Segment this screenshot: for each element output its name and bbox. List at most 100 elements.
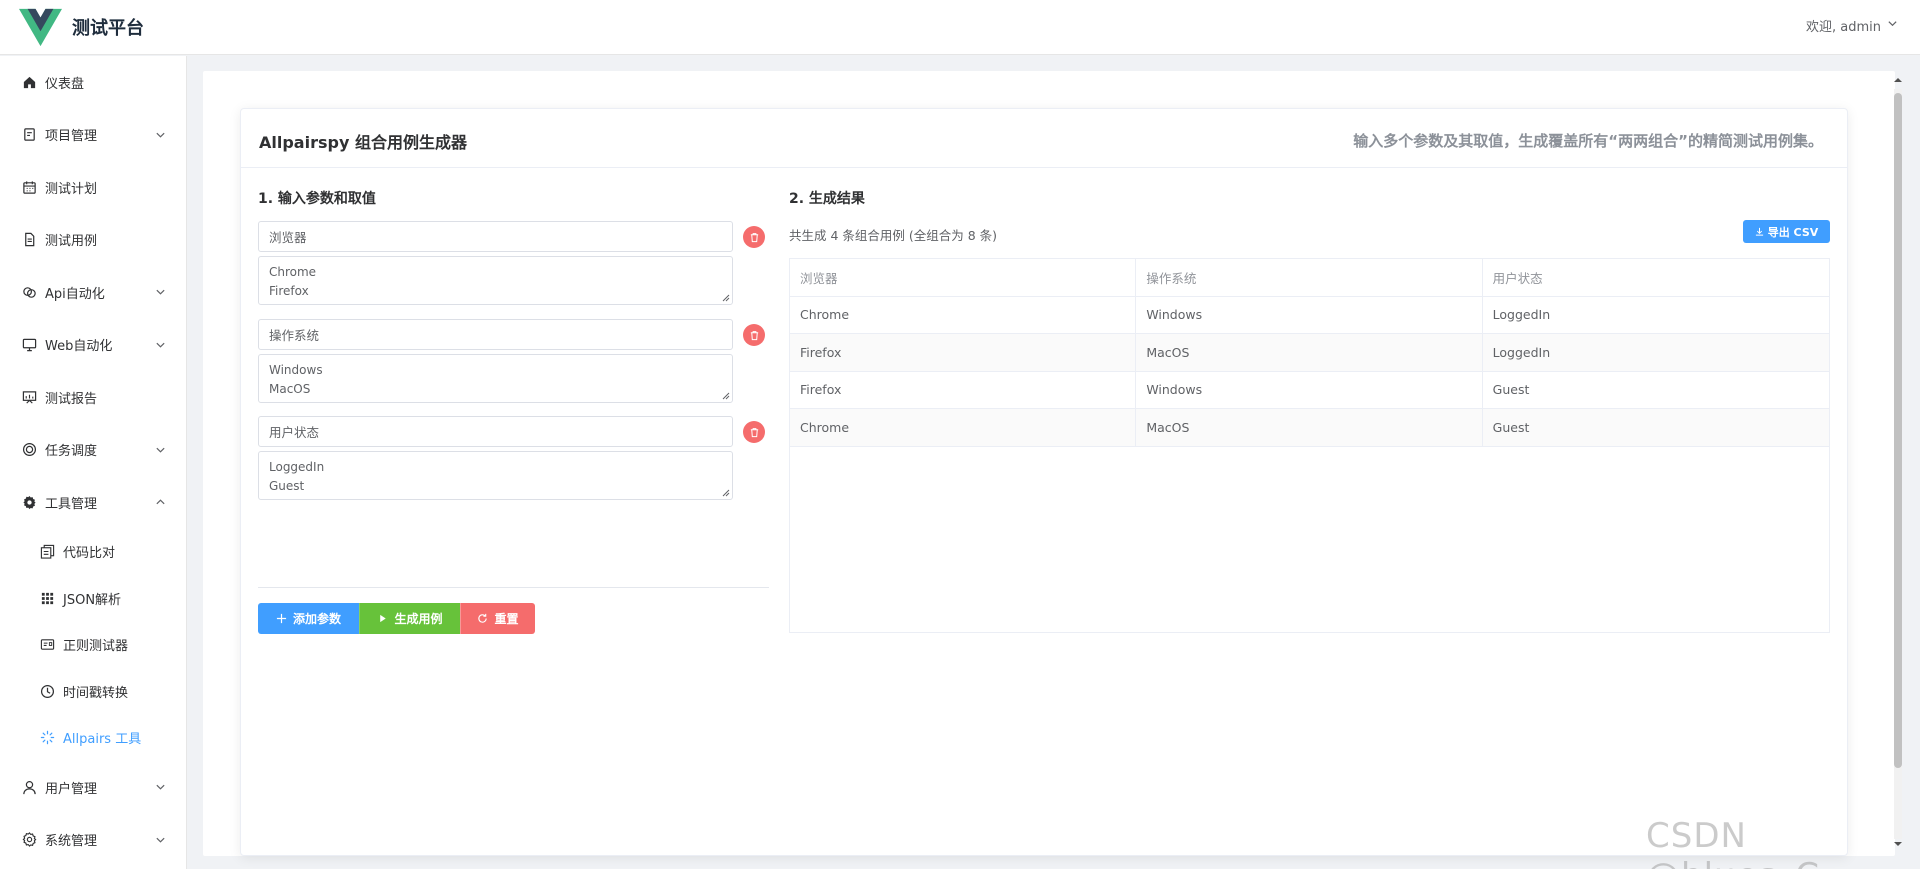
download-icon <box>1755 227 1763 236</box>
chevron-up-icon <box>155 497 166 508</box>
param-value-line: Guest <box>269 479 305 493</box>
sidebar-subitem-json-parse[interactable]: JSON解析 <box>0 575 186 622</box>
param-value-line: LoggedIn <box>269 460 325 474</box>
param-values-textarea[interactable]: Chrome Firefox <box>258 256 733 305</box>
export-csv-button[interactable]: 导出 CSV <box>1743 220 1830 243</box>
delete-param-button[interactable] <box>743 226 765 248</box>
user-dropdown[interactable]: 欢迎, admin <box>1806 16 1898 35</box>
chevron-down-icon <box>1887 18 1898 33</box>
param-values-textarea[interactable]: Windows MacOS <box>258 354 733 403</box>
sidebar-item-label: 项目管理 <box>45 129 98 145</box>
vertical-scrollbar[interactable] <box>1892 73 1904 853</box>
grid-icon <box>40 591 55 606</box>
delete-param-button[interactable] <box>743 421 765 443</box>
generate-cases-button[interactable]: 生成用例 <box>359 603 460 634</box>
generate-label: 生成用例 <box>394 612 443 626</box>
table-cell: MacOS <box>1136 334 1483 371</box>
table-row[interactable]: Firefox Windows Guest <box>790 371 1829 409</box>
resize-handle-icon[interactable] <box>722 294 730 302</box>
sidebar-subitem-label: 正则测试器 <box>63 639 129 655</box>
param-values-textarea[interactable]: LoggedIn Guest <box>258 451 733 500</box>
result-summary: 共生成 4 条组合用例 (全组合为 8 条) <box>789 228 998 243</box>
sidebar-item-label: Web自动化 <box>45 339 113 355</box>
param-value-line: MacOS <box>269 382 311 396</box>
chevron-down-icon <box>155 339 166 350</box>
app-logo[interactable]: 测试平台 <box>19 8 144 47</box>
sidebar-item-label: 任务调度 <box>45 444 98 460</box>
chevron-down-icon <box>155 444 166 455</box>
scroll-up-icon[interactable] <box>1893 75 1903 85</box>
result-section-title: 2. 生成结果 <box>789 191 865 207</box>
gear-icon <box>22 495 37 510</box>
postcard-icon <box>40 637 55 652</box>
scrollbar-thumb[interactable] <box>1894 93 1902 768</box>
sidebar-subitem-label: 时间戳转换 <box>63 685 129 701</box>
sidebar-item-test-plan[interactable]: 测试计划 <box>0 161 186 214</box>
input-section-title: 1. 输入参数和取值 <box>258 191 376 207</box>
table-header-row: 浏览器 操作系统 用户状态 <box>790 259 1829 297</box>
table-cell: Firefox <box>790 334 1137 371</box>
sidebar-item-task-scheduling[interactable]: 任务调度 <box>0 424 186 477</box>
sidebar-subitem-allpairs[interactable]: Allpairs 工具 <box>0 715 186 762</box>
chevron-down-icon <box>155 287 166 298</box>
reset-label: 重置 <box>494 612 519 626</box>
column-header[interactable]: 用户状态 <box>1483 259 1829 296</box>
trash-icon <box>750 232 758 242</box>
settings-icon <box>22 832 37 848</box>
watermark: CSDN @blues_C <box>1646 816 1819 869</box>
table-row[interactable]: Chrome MacOS Guest <box>790 409 1829 447</box>
sidebar-item-users[interactable]: 用户管理 <box>0 761 186 814</box>
param-name-input[interactable]: 用户状态 <box>258 416 733 447</box>
vue-logo-icon <box>19 8 62 46</box>
column-header[interactable]: 浏览器 <box>790 259 1137 296</box>
sidebar-item-label: 测试报告 <box>45 391 98 407</box>
sidebar-subitem-code-compare[interactable]: 代码比对 <box>0 529 186 576</box>
report-icon <box>22 390 37 405</box>
clock-icon <box>40 684 55 699</box>
sidebar-subitem-regex-tester[interactable]: 正则测试器 <box>0 622 186 669</box>
top-header: 测试平台 欢迎, admin <box>0 0 1920 55</box>
table-cell: Windows <box>1136 296 1483 333</box>
card-title: Allpairspy 组合用例生成器 <box>259 133 467 152</box>
param-value-line: Windows <box>269 363 323 377</box>
sidebar-subitem-label: Allpairs 工具 <box>63 732 142 748</box>
sidebar-subitem-timestamp[interactable]: 时间戳转换 <box>0 668 186 715</box>
target-icon <box>22 442 37 457</box>
table-row[interactable]: Firefox MacOS LoggedIn <box>790 334 1829 372</box>
param-name-input[interactable]: 操作系统 <box>258 319 733 350</box>
sidebar-item-label: 系统管理 <box>45 834 98 850</box>
play-icon <box>380 614 387 623</box>
table-cell: Firefox <box>790 371 1137 408</box>
copy-icon <box>40 544 55 559</box>
trash-icon <box>750 330 758 340</box>
sidebar-item-api-automation[interactable]: Api自动化 <box>0 266 186 319</box>
user-icon <box>22 780 37 795</box>
resize-handle-icon[interactable] <box>722 489 730 497</box>
column-header[interactable]: 操作系统 <box>1136 259 1483 296</box>
sidebar-item-test-report[interactable]: 测试报告 <box>0 371 186 424</box>
sidebar-item-web-automation[interactable]: Web自动化 <box>0 319 186 372</box>
sidebar-item-projects[interactable]: 项目管理 <box>0 109 186 162</box>
user-greeting: 欢迎, admin <box>1806 20 1881 35</box>
sidebar-item-system[interactable]: 系统管理 <box>0 814 186 867</box>
param-name-input[interactable]: 浏览器 <box>258 221 733 252</box>
resize-handle-icon[interactable] <box>722 392 730 400</box>
sidebar-item-label: Api自动化 <box>45 286 105 302</box>
chevron-down-icon <box>155 834 166 845</box>
sidebar-subitem-label: JSON解析 <box>63 592 122 608</box>
table-row[interactable]: Chrome Windows LoggedIn <box>790 296 1829 334</box>
sidebar-item-test-cases[interactable]: 测试用例 <box>0 214 186 267</box>
delete-param-button[interactable] <box>743 324 765 346</box>
reset-button[interactable]: 重置 <box>460 603 535 634</box>
param-value-line: Firefox <box>269 284 309 298</box>
add-param-label: 添加参数 <box>292 612 341 626</box>
sidebar-item-dashboard[interactable]: 仪表盘 <box>0 56 186 109</box>
sidebar-subitem-label: 代码比对 <box>63 546 116 562</box>
sidebar-item-tools[interactable]: 工具管理 <box>0 476 186 529</box>
link-icon <box>22 285 37 300</box>
action-button-group: 添加参数 生成用例 重置 <box>258 603 535 634</box>
add-param-button[interactable]: 添加参数 <box>258 603 359 634</box>
sidebar-item-label: 工具管理 <box>45 496 98 512</box>
result-table: 浏览器 操作系统 用户状态 Chrome Windows LoggedIn Fi… <box>789 258 1830 633</box>
table-cell: Windows <box>1136 371 1483 408</box>
